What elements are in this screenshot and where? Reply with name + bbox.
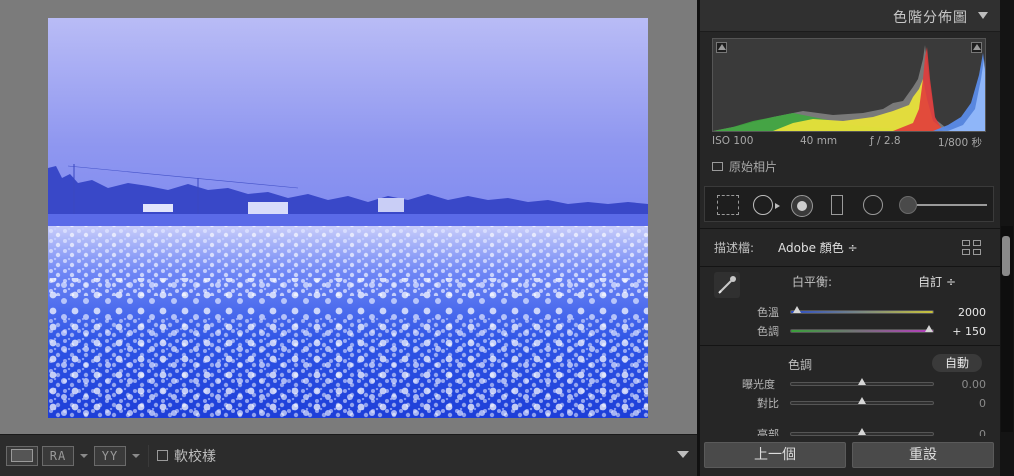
temperature-value[interactable]: 2000 (958, 306, 986, 319)
histogram-curves (713, 45, 985, 131)
soft-proof-label: 軟校樣 (174, 448, 216, 465)
crop-overlay-icon[interactable] (717, 195, 739, 215)
original-photo-label: 原始相片 (729, 159, 778, 174)
white-balance-dropdown[interactable]: 自訂 ÷ (918, 273, 956, 290)
eyedropper-icon[interactable] (714, 272, 740, 298)
chevron-down-icon[interactable] (132, 453, 140, 458)
highlight-clipping-icon[interactable] (971, 42, 982, 53)
slider-knob[interactable] (792, 306, 801, 313)
profile-label: 描述檔: (714, 241, 755, 255)
chevron-down-icon[interactable] (80, 453, 88, 458)
radial-filter-icon[interactable] (863, 195, 883, 215)
red-eye-icon[interactable] (791, 195, 813, 217)
toolbar-menu-icon[interactable] (677, 451, 689, 458)
brush-slider-track[interactable] (917, 204, 987, 206)
highlights-value[interactable]: 0 (979, 428, 986, 436)
contrast-slider[interactable] (790, 397, 934, 405)
iso-readout: ISO 100 (712, 135, 754, 147)
right-panel: 色階分佈圖 ISO 100 40 mm ƒ / 2.8 1/800 秒 原始相片 (700, 0, 1000, 476)
slider-knob[interactable] (858, 397, 866, 404)
tone-section-label: 色調 (788, 358, 813, 372)
auto-tone-button[interactable]: 自動 (932, 354, 982, 372)
profile-browser-grid-icon[interactable] (962, 240, 982, 256)
reset-button[interactable]: 重設 (852, 442, 994, 468)
exposure-value[interactable]: 0.00 (962, 378, 987, 391)
bottom-toolbar: RA YY 軟校樣 (0, 434, 697, 476)
loupe-view-button[interactable] (6, 445, 38, 466)
before-after-ra-button[interactable]: RA (42, 445, 74, 466)
exposure-label: 曝光度 (742, 378, 775, 391)
basic-panel: 描述檔: Adobe 顏色 ÷ 白平衡: 自訂 ÷ 色溫 2000 色調 + 1… (700, 228, 1000, 436)
highlights-label: 亮部 (757, 428, 779, 436)
white-balance-label: 白平衡: (792, 275, 833, 289)
focal-length-readout: 40 mm (800, 135, 838, 147)
histogram-graph[interactable] (712, 38, 986, 132)
contrast-label: 對比 (757, 397, 779, 410)
profile-dropdown[interactable]: Adobe 顏色 ÷ (778, 239, 858, 256)
temperature-label: 色溫 (757, 306, 779, 319)
tint-label: 色調 (757, 325, 779, 338)
shutter-readout: 1/800 秒 (937, 137, 982, 149)
original-photo-toggle[interactable]: 原始相片 (712, 158, 777, 174)
aperture-readout: ƒ / 2.8 (870, 135, 901, 147)
graduated-filter-icon[interactable] (831, 195, 843, 215)
adjustment-brush-icon[interactable] (899, 196, 917, 214)
collapse-triangle-icon[interactable] (978, 12, 988, 19)
shadow-clipping-icon[interactable] (716, 42, 727, 53)
tint-value[interactable]: + 150 (952, 325, 986, 338)
toolbar-divider (148, 444, 149, 467)
scrollbar-thumb[interactable] (1002, 236, 1010, 276)
original-photo-checkbox[interactable] (712, 161, 723, 171)
photo-viewer (0, 0, 697, 434)
slider-knob[interactable] (858, 378, 866, 385)
exif-info: ISO 100 40 mm ƒ / 2.8 1/800 秒 (712, 135, 986, 149)
spot-arrow-icon (775, 203, 780, 209)
soft-proof-checkbox[interactable] (157, 450, 168, 461)
histogram-header[interactable]: 色階分佈圖 (700, 0, 1000, 32)
histogram-title: 色階分佈圖 (893, 10, 968, 26)
tool-strip (704, 186, 994, 222)
previous-button[interactable]: 上一個 (704, 442, 846, 468)
before-after-yy-button[interactable]: YY (94, 445, 126, 466)
slider-knob[interactable] (858, 428, 866, 435)
exposure-slider[interactable] (790, 378, 934, 386)
slider-knob[interactable] (924, 325, 933, 332)
temperature-slider[interactable] (790, 306, 934, 314)
panel-bottom-buttons: 上一個 重設 (700, 436, 1000, 476)
tint-slider[interactable] (790, 325, 934, 333)
spot-removal-icon[interactable] (753, 195, 773, 215)
photo-image[interactable] (48, 18, 648, 418)
contrast-value[interactable]: 0 (979, 397, 986, 410)
